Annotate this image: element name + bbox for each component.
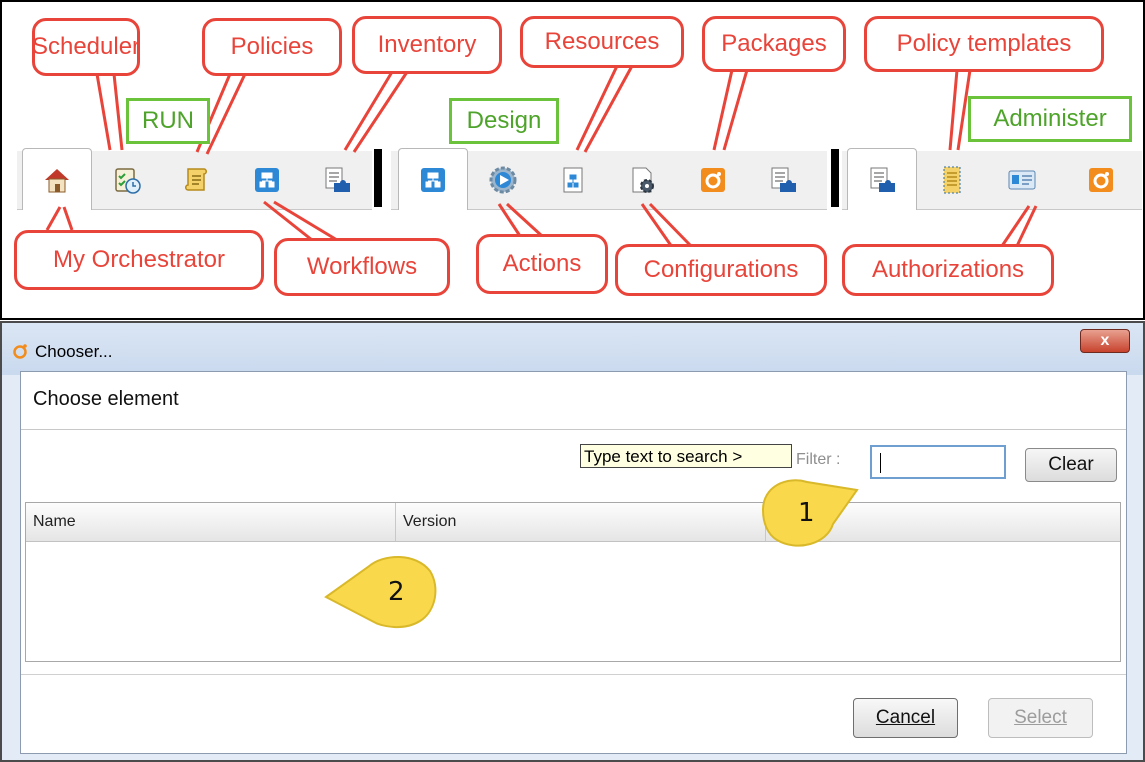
select-button: Select	[988, 698, 1093, 738]
callout-workflows: Workflows	[274, 238, 450, 296]
divider	[21, 429, 1126, 430]
select-label: Select	[1014, 707, 1067, 728]
dialog-titlebar[interactable]: Chooser... x	[2, 323, 1143, 375]
marker-2-shape	[324, 555, 437, 628]
group-label-run: RUN	[126, 98, 210, 144]
callout-policy-templates: Policy templates	[864, 16, 1104, 72]
callout-policies: Policies	[202, 18, 342, 76]
table-header: Name Version	[26, 503, 1120, 542]
cancel-button[interactable]: Cancel	[853, 698, 958, 738]
element-table[interactable]: Name Version	[25, 502, 1121, 662]
column-header-version[interactable]: Version	[396, 503, 766, 541]
callout-inventory: Inventory	[352, 16, 502, 74]
chooser-dialog: Chooser... x Choose element Type text to…	[0, 321, 1145, 762]
callout-configurations: Configurations	[615, 244, 827, 296]
marker-2-label: 2	[388, 577, 405, 607]
callout-scheduler: Scheduler	[32, 18, 140, 76]
callout-authorizations: Authorizations	[842, 244, 1054, 296]
close-button[interactable]: x	[1080, 329, 1130, 353]
filter-label: Filter :	[796, 451, 841, 468]
callout-my-orchestrator: My Orchestrator	[14, 230, 264, 290]
group-label-design: Design	[449, 98, 559, 144]
divider	[21, 674, 1126, 675]
toolbar-annotation-panel: Scheduler Policies Inventory Resources P…	[0, 0, 1145, 320]
group-label-administer: Administer	[968, 96, 1132, 142]
callout-resources: Resources	[520, 16, 684, 68]
dialog-heading: Choose element	[33, 388, 179, 410]
marker-1-label: 1	[798, 498, 815, 528]
column-header-name[interactable]: Name	[26, 503, 396, 541]
dialog-body: Choose element Type text to search > Fil…	[20, 371, 1127, 754]
orchestrator-logo-icon	[13, 344, 27, 359]
filter-input[interactable]	[870, 445, 1006, 479]
search-tooltip: Type text to search >	[580, 444, 792, 468]
close-icon: x	[1100, 332, 1110, 349]
cancel-label: Cancel	[875, 707, 936, 728]
callout-actions: Actions	[476, 234, 608, 294]
clear-button[interactable]: Clear	[1025, 448, 1117, 482]
text-caret	[880, 453, 881, 473]
dialog-title: Chooser...	[35, 342, 113, 361]
callout-packages: Packages	[702, 16, 846, 72]
